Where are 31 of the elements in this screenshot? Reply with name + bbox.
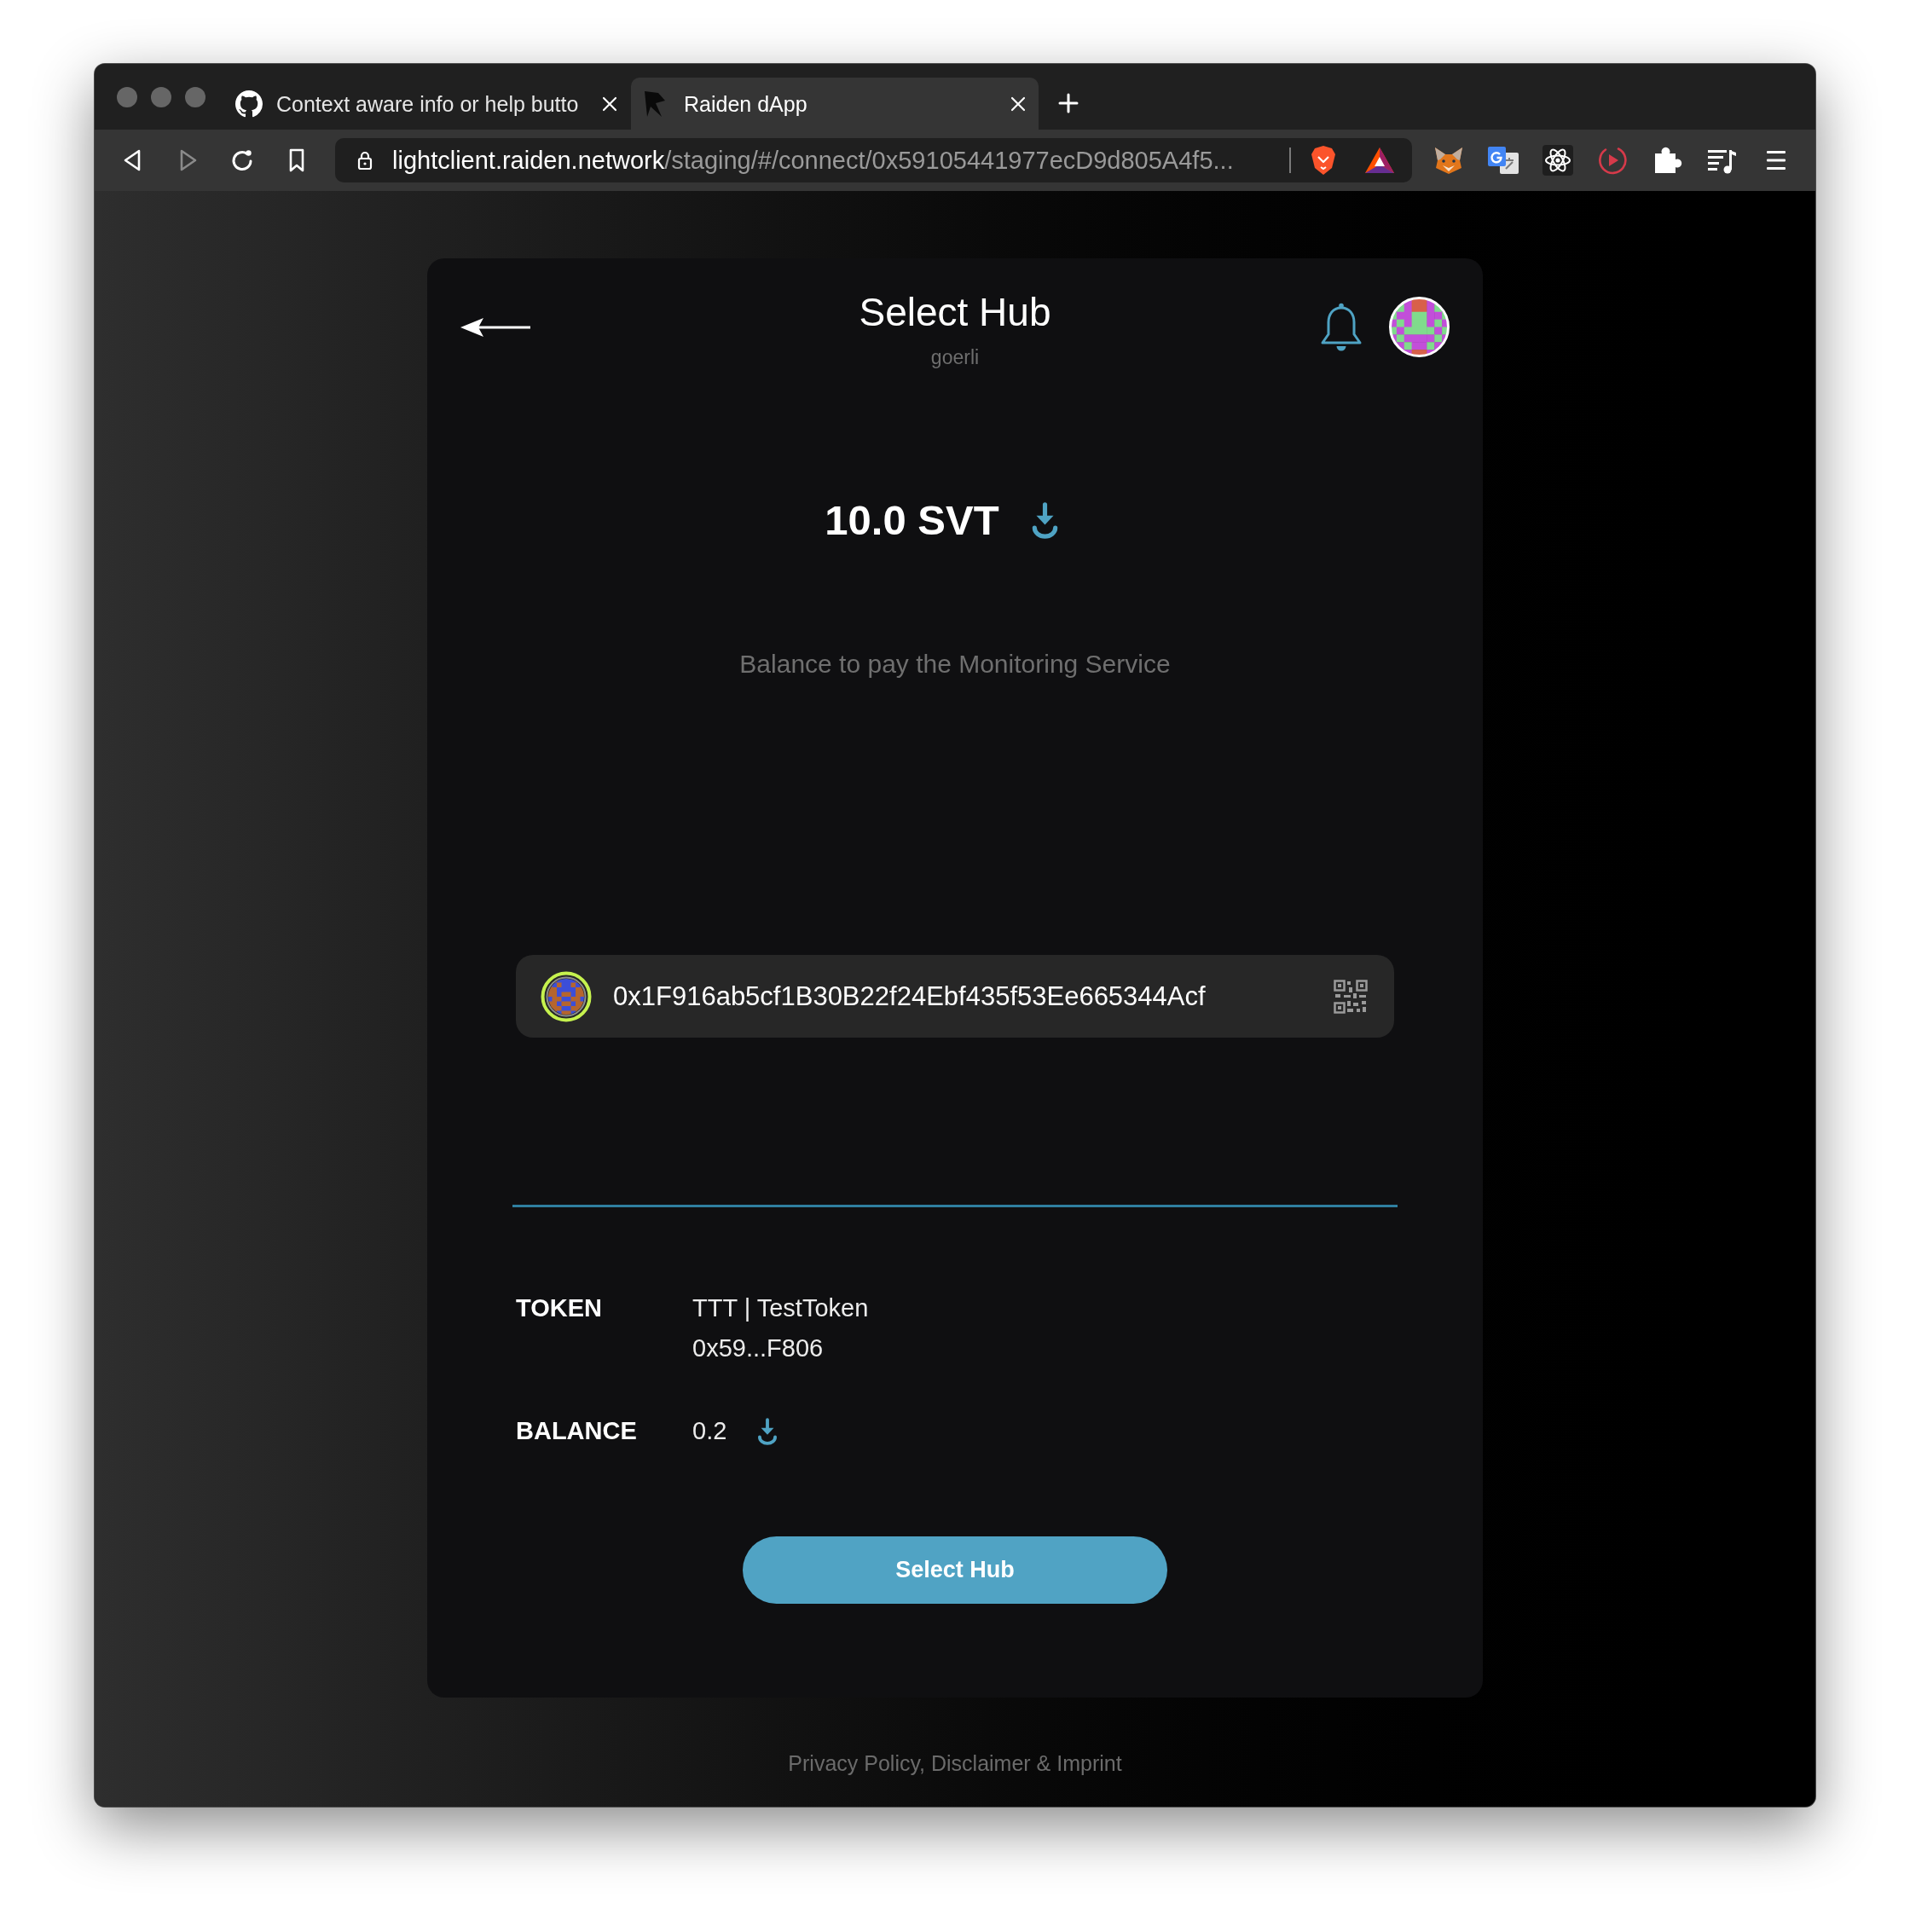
plus-icon[interactable] — [1058, 93, 1079, 113]
network-name: goerli — [930, 345, 980, 369]
description-text: Balance to pay the Monitoring Service — [738, 649, 1172, 680]
translate-icon[interactable] — [1488, 145, 1519, 176]
browser-tab[interactable]: Raiden dApp — [631, 78, 1039, 130]
detail-value: 0x59...F806 — [692, 1333, 825, 1363]
browser-tab[interactable]: Context aware info or help butto — [222, 78, 628, 130]
token-amount: 10.0 SVT — [825, 496, 999, 545]
page-title: Select Hub — [859, 289, 1051, 335]
atom-icon[interactable] — [1542, 145, 1573, 176]
detail-value: 0.2 — [692, 1416, 727, 1446]
close-icon[interactable] — [601, 95, 618, 113]
close-icon[interactable] — [1010, 95, 1027, 113]
url-text: lightclient.raiden.network/staging/#/connect/0x59105441977ecD9d805A4f5... — [392, 146, 1235, 175]
footer-link[interactable]: Privacy Policy, Disclaimer & Imprint — [788, 1750, 1122, 1776]
address-input[interactable]: 0x1F916ab5cf1B30B22f24Ebf435f53Ee665344Acf — [516, 955, 1394, 1038]
detail-label: BALANCE — [516, 1416, 638, 1446]
triangle-icon[interactable] — [1364, 147, 1395, 174]
identicon-icon[interactable] — [1389, 297, 1450, 357]
address-bar[interactable]: lightclient.raiden.network/staging/#/connect/0x59105441977ecD9d805A4f5... — [335, 138, 1412, 182]
detail-label: TOKEN — [516, 1293, 603, 1323]
detail-value: TTT | TestToken — [692, 1293, 869, 1323]
cat-icon — [235, 90, 263, 118]
identicon-icon — [541, 970, 592, 1022]
arrow-left-icon[interactable] — [460, 317, 530, 338]
qr-code-icon[interactable] — [1334, 979, 1368, 1014]
play-circle-icon[interactable] — [1597, 145, 1628, 176]
lock-icon — [356, 150, 373, 171]
lion-shield-icon[interactable] — [1310, 145, 1337, 176]
fox-icon[interactable] — [1433, 145, 1464, 176]
download-icon[interactable] — [756, 1417, 779, 1445]
